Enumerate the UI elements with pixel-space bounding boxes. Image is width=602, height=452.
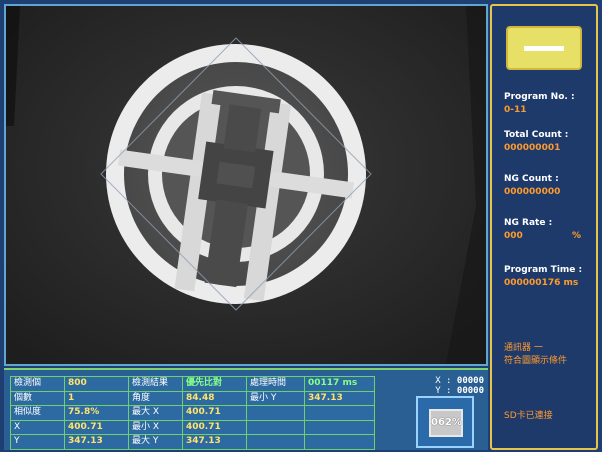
table-row: 個數 1 角度 84.48 最小 Y 347.13 xyxy=(10,390,375,406)
table-row: 相似度 75.8% 最大 X 400.71 xyxy=(10,405,375,421)
table-cell xyxy=(304,419,375,435)
y-coordinate: Y : 00000 xyxy=(398,386,484,396)
table-cell: 1 xyxy=(64,390,129,406)
message-line-2: 符合圖顯示條件 xyxy=(504,356,568,366)
x-value: 00000 xyxy=(456,376,484,386)
ng-count-label: NG Count : xyxy=(504,174,559,184)
message-line-1: 通訊器 一 xyxy=(504,343,543,353)
y-value: 00000 xyxy=(456,386,484,396)
zoom-button[interactable]: 062% xyxy=(429,409,463,437)
table-cell: 檢測個 xyxy=(10,376,65,392)
table-cell: 400.71 xyxy=(182,419,247,435)
ng-rate-value: 000 xyxy=(504,231,523,241)
total-count-label: Total Count : xyxy=(504,130,569,140)
table-cell: 相似度 xyxy=(10,405,65,421)
program-no-label: Program No. : xyxy=(504,92,575,102)
ng-count-value: 000000000 xyxy=(504,187,561,197)
ng-rate-unit: % xyxy=(572,231,582,241)
table-cell: X xyxy=(10,419,65,435)
camera-view xyxy=(4,4,488,366)
table-cell: Y xyxy=(10,434,65,450)
program-no-value: 0-11 xyxy=(504,105,527,115)
table-cell: 處理時間 xyxy=(246,376,305,392)
table-cell xyxy=(246,434,305,450)
zoom-panel: 062% xyxy=(416,396,474,448)
program-time-label: Program Time : xyxy=(504,265,583,275)
results-bar: 檢測個 800 檢測結果 優先比對 處理時間 00117 ms 個數 1 角度 … xyxy=(4,368,488,450)
table-row: 檢測個 800 檢測結果 優先比對 處理時間 00117 ms xyxy=(10,376,375,392)
table-cell: 347.13 xyxy=(182,434,247,450)
table-row: X 400.71 最小 X 400.71 xyxy=(10,419,375,435)
total-count-value: 000000001 xyxy=(504,143,561,153)
table-cell: 最小 X xyxy=(128,419,183,435)
x-label: X : xyxy=(435,376,452,386)
table-cell: 檢測結果 xyxy=(128,376,183,392)
y-label: Y : xyxy=(435,386,452,396)
ng-rate-label: NG Rate : xyxy=(504,218,553,228)
program-time-value: 000000176 ms xyxy=(504,278,579,288)
cursor-coordinates: X : 00000 Y : 00000 xyxy=(398,376,484,396)
table-cell xyxy=(304,405,375,421)
table-cell: 400.71 xyxy=(64,419,129,435)
table-cell xyxy=(304,434,375,450)
table-cell: 角度 xyxy=(128,390,183,406)
table-cell: 最大 X xyxy=(128,405,183,421)
status-panel: Program No. : 0-11 Total Count : 0000000… xyxy=(490,4,598,450)
table-cell: 347.13 xyxy=(304,390,375,406)
table-cell: 最大 Y xyxy=(128,434,183,450)
table-cell xyxy=(246,419,305,435)
table-cell: 400.71 xyxy=(182,405,247,421)
camera-image xyxy=(6,6,486,364)
status-indicator xyxy=(506,26,582,70)
table-cell: 347.13 xyxy=(64,434,129,450)
table-cell: 84.48 xyxy=(182,390,247,406)
table-cell: 最小 Y xyxy=(246,390,305,406)
table-row: Y 347.13 最大 Y 347.13 xyxy=(10,434,375,450)
x-coordinate: X : 00000 xyxy=(398,376,484,386)
table-cell: 個數 xyxy=(10,390,65,406)
table-cell xyxy=(246,405,305,421)
results-table: 檢測個 800 檢測結果 優先比對 處理時間 00117 ms 個數 1 角度 … xyxy=(10,376,375,450)
table-cell: 800 xyxy=(64,376,129,392)
table-cell: 00117 ms xyxy=(304,376,375,392)
sd-card-status: SD卡已連接 xyxy=(504,411,553,421)
table-cell: 75.8% xyxy=(64,405,129,421)
dash-icon xyxy=(524,46,564,51)
table-cell: 優先比對 xyxy=(182,376,247,392)
inspection-screen: 檢測個 800 檢測結果 優先比對 處理時間 00117 ms 個數 1 角度 … xyxy=(0,0,602,452)
